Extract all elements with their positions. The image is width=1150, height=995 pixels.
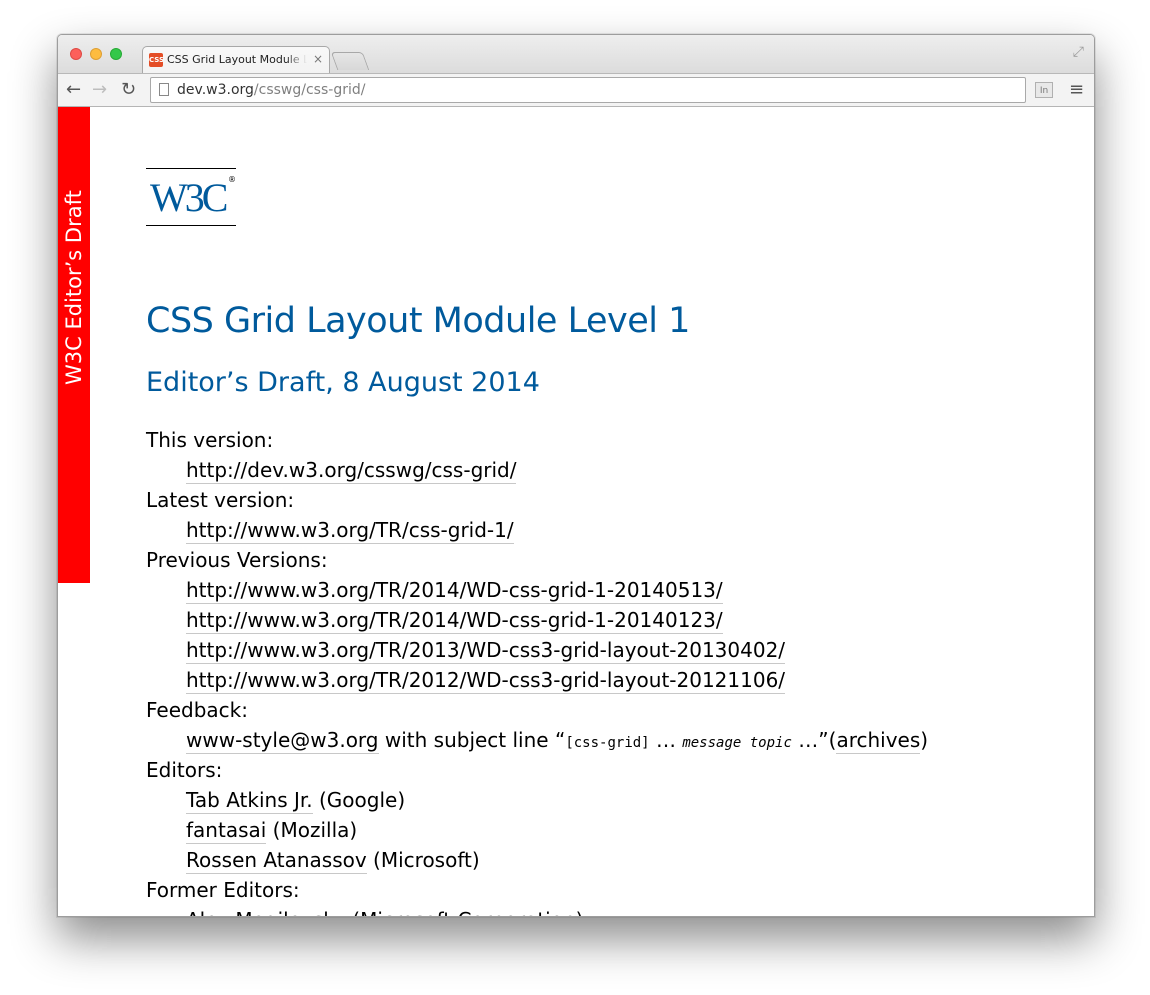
url-host: dev.w3.org [177,82,254,98]
feedback-ellipsis: … [649,728,683,752]
former-editor-item: Alex Mogilevsky (Microsoft Corporation) [186,905,928,916]
url-text[interactable]: dev.w3.org/csswg/css-grid/ [177,82,365,98]
feedback-close-paren: ) [920,728,929,752]
previous-version-link[interactable]: http://www.w3.org/TR/2013/WD-css3-grid-l… [186,638,786,664]
logo-text: W3C [150,175,228,220]
menu-hamburger-icon[interactable]: ≡ [1069,80,1084,100]
archives-link[interactable]: archives [836,728,921,754]
title-bar: CSS CSS Grid Layout Module Le × ⤢ [58,35,1094,73]
this-version-link[interactable]: http://dev.w3.org/csswg/css-grid/ [186,458,517,484]
feedback-line: www-style@w3.org with subject line “[css… [186,725,928,755]
feedback-text: with subject line “ [378,728,566,752]
page-icon [159,83,169,96]
editor-org: (Google) [312,788,406,812]
browser-tab[interactable]: CSS CSS Grid Layout Module Le × [142,46,330,73]
tab-close-icon[interactable]: × [313,52,323,66]
previous-version-link[interactable]: http://www.w3.org/TR/2014/WD-css-grid-1-… [186,608,723,634]
editor-item: Rossen Atanassov (Microsoft) [186,845,928,875]
minimize-window-button[interactable] [90,48,102,60]
url-path: /csswg/css-grid/ [253,82,366,98]
address-bar[interactable]: dev.w3.org/csswg/css-grid/ [150,77,1026,103]
fullscreen-icon[interactable]: ⤢ [1073,44,1084,60]
editor-org: (Microsoft) [366,848,480,872]
spec-metadata: This version: http://dev.w3.org/csswg/cs… [146,425,928,916]
editor-item: Tab Atkins Jr. (Google) [186,785,928,815]
editor-link[interactable]: fantasai [186,818,267,844]
editor-link[interactable]: Tab Atkins Jr. [186,788,313,814]
feedback-email-link[interactable]: www-style@w3.org [186,728,379,754]
w3c-logo[interactable]: W3C ® [146,168,236,226]
logo-registered-mark: ® [228,175,236,184]
editor-org: (Mozilla) [266,818,358,842]
banner-text: W3C Editor’s Draft [62,190,86,385]
feedback-label: Feedback: [146,698,248,722]
feedback-topic: message topic [682,735,792,751]
zoom-window-button[interactable] [110,48,122,60]
browser-window: CSS CSS Grid Layout Module Le × ⤢ ← → ↻ … [57,34,1095,917]
editors-label: Editors: [146,758,223,782]
page-subtitle: Editor’s Draft, 8 August 2014 [146,367,540,398]
editors-draft-banner: W3C Editor’s Draft [58,107,90,583]
reload-icon[interactable]: ↻ [121,79,136,101]
feedback-tag: [css-grid] [565,735,650,751]
page-content: W3C Editor’s Draft W3C ® CSS Grid Layout… [58,107,1094,916]
extension-icon[interactable]: In [1035,82,1053,98]
previous-version-link[interactable]: http://www.w3.org/TR/2012/WD-css3-grid-l… [186,668,786,694]
previous-version-link[interactable]: http://www.w3.org/TR/2014/WD-css-grid-1-… [186,578,723,604]
previous-versions-label: Previous Versions: [146,548,328,572]
tab-title: CSS Grid Layout Module Le [167,53,307,66]
new-tab-button[interactable] [330,52,370,70]
css-favicon-icon: CSS [149,53,164,67]
browser-toolbar: ← → ↻ dev.w3.org/csswg/css-grid/ In ≡ [58,73,1094,107]
page-title: CSS Grid Layout Module Level 1 [146,301,690,341]
former-editors-label: Former Editors: [146,878,300,902]
close-window-button[interactable] [70,48,82,60]
forward-arrow-icon[interactable]: → [92,79,107,101]
this-version-label: This version: [146,428,274,452]
latest-version-label: Latest version: [146,488,295,512]
editor-link[interactable]: Rossen Atanassov [186,848,367,874]
feedback-ellipsis-close: …”( [791,728,837,752]
editor-item: fantasai (Mozilla) [186,815,928,845]
latest-version-link[interactable]: http://www.w3.org/TR/css-grid-1/ [186,518,514,544]
back-arrow-icon[interactable]: ← [66,79,81,101]
